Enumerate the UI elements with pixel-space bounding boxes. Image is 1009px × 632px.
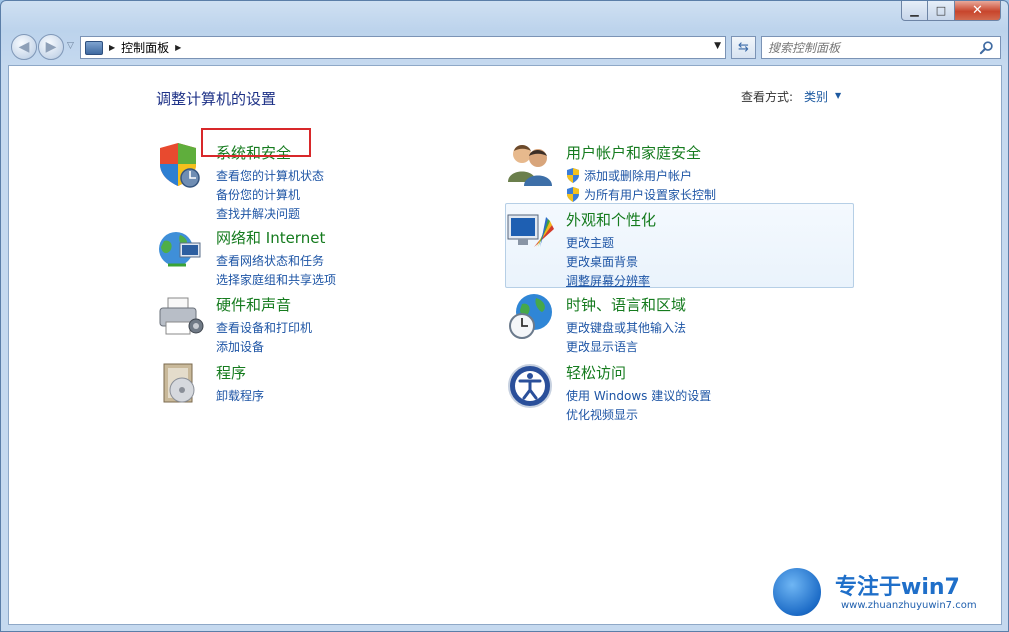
address-dropdown-icon[interactable]: ▼	[714, 41, 721, 51]
category-links: 卸载程序	[216, 386, 264, 405]
link-homegroup-sharing[interactable]: 选择家庭组和共享选项	[216, 270, 336, 289]
uac-shield-icon	[567, 168, 579, 183]
category-links: 使用 Windows 建议的设置 优化视频显示	[566, 386, 711, 424]
watermark-text: 专注于win7	[835, 575, 960, 600]
view-by-dropdown[interactable]: 类别	[804, 88, 828, 105]
search-input[interactable]	[768, 40, 973, 55]
windows-logo-icon	[771, 566, 823, 618]
minimize-icon: ▁	[910, 4, 919, 17]
control-panel-icon	[85, 40, 103, 55]
category-title[interactable]: 程序	[216, 362, 246, 383]
clock-globe-icon[interactable]	[506, 292, 554, 340]
shield-icon[interactable]	[156, 140, 204, 188]
link-backup-computer[interactable]: 备份您的计算机	[216, 185, 324, 204]
close-button[interactable]: ✕	[955, 1, 1001, 21]
link-keyboard-input[interactable]: 更改键盘或其他输入法	[566, 318, 686, 337]
category-links: 更改主题 更改桌面背景 调整屏幕分辨率	[566, 233, 650, 290]
category-links: 查看网络状态和任务 选择家庭组和共享选项	[216, 251, 336, 289]
back-arrow-icon: ◀	[18, 39, 30, 55]
category-links: 查看设备和打印机 添加设备	[216, 318, 312, 356]
link-label[interactable]: 添加或删除用户帐户	[584, 167, 692, 184]
search-box	[761, 36, 1001, 59]
highlight-annotation	[201, 128, 311, 157]
link-parental-controls[interactable]: 为所有用户设置家长控制	[566, 185, 716, 204]
watermark: 专注于win7 www.zhuanzhuyuwin7.com	[771, 566, 1003, 618]
link-network-status[interactable]: 查看网络状态和任务	[216, 251, 336, 270]
main-content: 调整计算机的设置 查看方式: 类别 ▼ 系统和安全 查看您的计算机状态 备份您的…	[9, 66, 1001, 624]
uac-shield-icon	[567, 187, 579, 202]
category-title[interactable]: 时钟、语言和区域	[566, 294, 686, 315]
link-uninstall-program[interactable]: 卸载程序	[216, 386, 264, 405]
appearance-icon[interactable]	[506, 207, 554, 255]
link-find-fix-problems[interactable]: 查找并解决问题	[216, 204, 324, 223]
chevron-down-icon[interactable]: ▼	[835, 91, 841, 100]
category-title[interactable]: 硬件和声音	[216, 294, 291, 315]
close-icon: ✕	[972, 3, 983, 18]
breadcrumb-control-panel[interactable]: 控制面板	[121, 39, 169, 56]
link-change-theme[interactable]: 更改主题	[566, 233, 650, 252]
breadcrumb-separator-icon[interactable]: ▶	[109, 43, 115, 52]
link-screen-resolution[interactable]: 调整屏幕分辨率	[566, 271, 650, 290]
refresh-button[interactable]: ⇆	[731, 36, 756, 59]
forward-button[interactable]: ▶	[38, 34, 64, 60]
refresh-icon: ⇆	[738, 40, 749, 55]
caption-buttons: ▁ □ ✕	[901, 1, 1001, 21]
link-add-remove-accounts[interactable]: 添加或删除用户帐户	[566, 166, 716, 185]
link-label[interactable]: 为所有用户设置家长控制	[584, 186, 716, 203]
back-button[interactable]: ◀	[11, 34, 37, 60]
link-view-computer-status[interactable]: 查看您的计算机状态	[216, 166, 324, 185]
maximize-button[interactable]: □	[928, 1, 955, 21]
category-links: 更改键盘或其他输入法 更改显示语言	[566, 318, 686, 356]
printer-icon[interactable]	[156, 292, 204, 340]
link-display-language[interactable]: 更改显示语言	[566, 337, 686, 356]
category-title[interactable]: 外观和个性化	[566, 209, 656, 230]
ease-of-access-icon[interactable]	[506, 360, 554, 408]
page-title: 调整计算机的设置	[156, 90, 277, 108]
link-optimize-display[interactable]: 优化视频显示	[566, 405, 711, 424]
maximize-icon: □	[935, 4, 947, 17]
hover-highlight	[505, 203, 854, 288]
link-add-device[interactable]: 添加设备	[216, 337, 312, 356]
recent-pages-dropdown[interactable]: ▽	[67, 41, 74, 51]
category-links: 查看您的计算机状态 备份您的计算机 查找并解决问题	[216, 166, 324, 223]
category-links: 添加或删除用户帐户 为所有用户设置家长控制	[566, 166, 716, 204]
search-icon[interactable]	[979, 40, 994, 55]
category-title[interactable]: 网络和 Internet	[216, 227, 325, 248]
link-recommended-settings[interactable]: 使用 Windows 建议的设置	[566, 386, 711, 405]
navigation-bar: ◀ ▶ ▽ ▶ 控制面板 ▶ ▼ ⇆	[9, 31, 1003, 61]
forward-arrow-icon: ▶	[45, 39, 57, 55]
link-devices-printers[interactable]: 查看设备和打印机	[216, 318, 312, 337]
breadcrumb-chevron-icon[interactable]: ▶	[175, 43, 181, 52]
control-panel-window: ▁ □ ✕ ◀ ▶ ▽ ▶ 控制面板 ▶ ▼ ⇆ 调整计算机的设置 查看方式: …	[0, 0, 1009, 632]
category-title[interactable]: 用户帐户和家庭安全	[566, 142, 701, 163]
category-title[interactable]: 轻松访问	[566, 362, 626, 383]
programs-icon[interactable]	[156, 360, 204, 408]
watermark-url: www.zhuanzhuyuwin7.com	[841, 600, 977, 611]
network-icon[interactable]	[156, 225, 204, 273]
view-by-label: 查看方式:	[741, 90, 794, 104]
link-desktop-background[interactable]: 更改桌面背景	[566, 252, 650, 271]
users-icon[interactable]	[506, 140, 554, 188]
address-bar[interactable]: ▶ 控制面板 ▶ ▼	[80, 36, 726, 59]
minimize-button[interactable]: ▁	[901, 1, 928, 21]
